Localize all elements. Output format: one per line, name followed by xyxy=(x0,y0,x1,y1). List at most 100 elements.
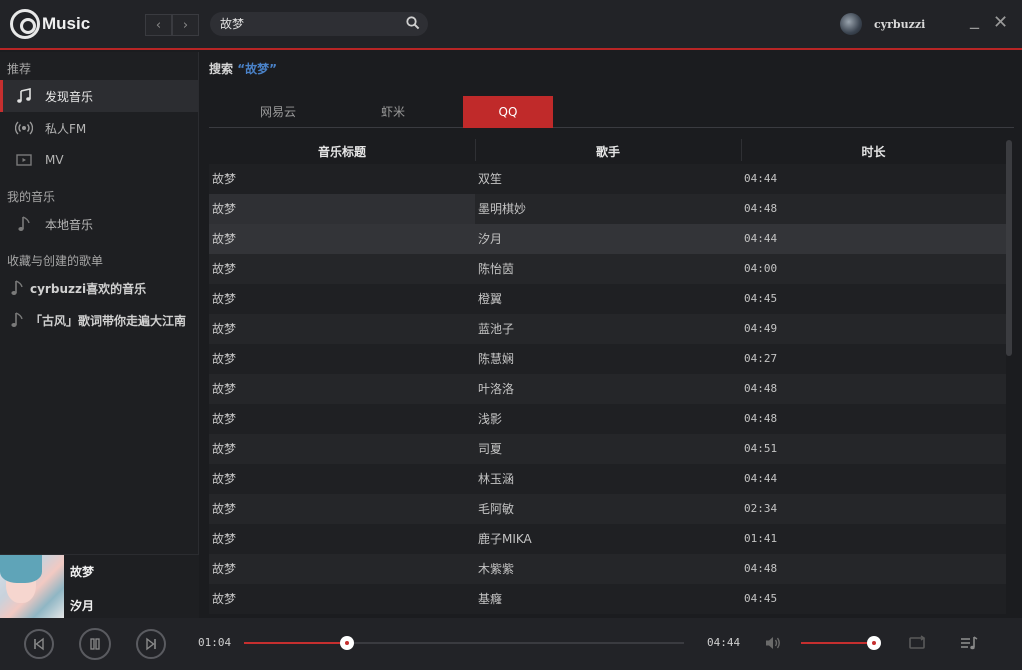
user-profile[interactable]: cyrbuzzi xyxy=(840,13,925,35)
close-button[interactable]: ✕ xyxy=(993,12,1008,33)
sidebar-item-discover[interactable]: 发现音乐 xyxy=(0,80,198,112)
table-row[interactable]: 故梦 橙翼 04:45 xyxy=(209,284,1006,314)
progress-bar[interactable] xyxy=(244,636,684,650)
now-playing-title: 故梦 xyxy=(70,565,95,579)
volume-slider[interactable] xyxy=(801,636,881,650)
table-row[interactable]: 故梦 蓝池子 04:49 xyxy=(209,314,1006,344)
sidebar-item-label: MV xyxy=(45,153,64,167)
search-heading-keyword: “故梦” xyxy=(237,62,277,76)
cell-duration: 04:48 xyxy=(744,382,778,395)
volume-icon[interactable] xyxy=(764,635,782,654)
cell-duration: 04:45 xyxy=(744,592,778,605)
radio-icon xyxy=(15,120,33,136)
tab-xiami[interactable]: 虾米 xyxy=(348,96,438,128)
now-playing-panel[interactable]: 故梦 汐月 xyxy=(0,554,199,619)
cell-artist[interactable]: 司夏 xyxy=(475,434,741,464)
back-button[interactable]: ‹ xyxy=(145,14,172,36)
cell-artist[interactable]: 毛阿敏 xyxy=(475,494,741,524)
cell-artist[interactable]: 陈怡茵 xyxy=(475,254,741,284)
cell-duration: 04:48 xyxy=(744,202,778,215)
cell-title: 故梦 xyxy=(212,262,237,276)
column-header-duration[interactable]: 时长 xyxy=(741,138,1006,161)
search-icon[interactable] xyxy=(406,16,420,33)
cell-title: 故梦 xyxy=(212,382,237,396)
repeat-icon[interactable] xyxy=(908,635,926,654)
previous-button[interactable] xyxy=(24,629,54,659)
cell-artist[interactable]: 陈慧娴 xyxy=(475,344,741,374)
table-row[interactable]: 故梦 汐月 04:44 xyxy=(209,224,1006,254)
cell-title: 故梦 xyxy=(212,172,237,186)
username[interactable]: cyrbuzzi xyxy=(874,18,925,31)
scrollbar[interactable] xyxy=(1006,140,1012,610)
table-row[interactable]: 故梦 林玉涵 04:44 xyxy=(209,464,1006,494)
cell-artist[interactable]: 墨明棋妙 xyxy=(475,194,741,224)
player-bar: 01:04 04:44 xyxy=(0,618,1022,670)
cell-artist[interactable]: 双笙 xyxy=(475,164,741,194)
album-cover[interactable] xyxy=(0,555,64,619)
cell-duration: 04:51 xyxy=(744,442,778,455)
logo-text: Music xyxy=(42,14,91,33)
forward-button[interactable]: › xyxy=(172,14,199,36)
cell-artist[interactable]: 橙翼 xyxy=(475,284,741,314)
app-logo[interactable]: Music xyxy=(10,9,90,39)
cell-title: 故梦 xyxy=(212,442,237,456)
music-note-icon xyxy=(15,216,33,232)
sidebar-item-fm[interactable]: 私人FM xyxy=(0,112,198,144)
next-button[interactable] xyxy=(136,629,166,659)
table-row[interactable]: 故梦 浅影 04:48 xyxy=(209,404,1006,434)
column-header-artist[interactable]: 歌手 xyxy=(475,138,741,161)
search-heading-prefix: 搜索 xyxy=(209,62,234,76)
table-body: 故梦 双笙 04:44 故梦 墨明棋妙 04:48 故梦 汐月 04:44 故梦 陈怡茵 04:00 故… xyxy=(209,164,1006,614)
cell-artist[interactable]: 木紫紫 xyxy=(475,554,741,584)
total-time: 04:44 xyxy=(707,636,741,649)
cell-artist[interactable]: 基癃 xyxy=(475,584,741,614)
table-row[interactable]: 故梦 基癃 04:45 xyxy=(209,584,1006,614)
cell-artist[interactable]: 浅影 xyxy=(475,404,741,434)
table-header: 音乐标题 歌手 时长 xyxy=(209,138,1006,164)
pause-button[interactable] xyxy=(79,628,111,660)
table-row[interactable]: 故梦 墨明棋妙 04:48 xyxy=(209,194,1006,224)
volume-fill xyxy=(801,642,874,644)
cell-title: 故梦 xyxy=(209,194,475,224)
tab-netease[interactable]: 网易云 xyxy=(233,96,323,128)
avatar[interactable] xyxy=(840,13,862,35)
table-row[interactable]: 故梦 陈慧娴 04:27 xyxy=(209,344,1006,374)
minimize-button[interactable]: _ xyxy=(970,9,979,30)
cell-artist[interactable]: 鹿子MIKA xyxy=(475,524,741,554)
cell-title: 故梦 xyxy=(212,322,237,336)
music-note-icon xyxy=(10,280,24,296)
playlist-queue-icon[interactable] xyxy=(960,635,978,654)
skip-next-icon xyxy=(146,637,156,651)
sidebar-item-local-music[interactable]: 本地音乐 xyxy=(0,208,198,240)
sidebar-item-mv[interactable]: MV xyxy=(0,144,198,176)
table-row[interactable]: 故梦 木紫紫 04:48 xyxy=(209,554,1006,584)
cell-artist[interactable]: 叶洛洛 xyxy=(475,374,741,404)
volume-handle[interactable] xyxy=(867,636,881,650)
search-input[interactable] xyxy=(220,16,400,30)
progress-handle[interactable] xyxy=(340,636,355,650)
playlist-item-liked[interactable]: cyrbuzzi喜欢的音乐 xyxy=(0,272,198,304)
playlist-item-gufeng[interactable]: 「古风」歌词带你走遍大江南 xyxy=(0,304,198,336)
search-box xyxy=(210,12,428,36)
cell-title: 故梦 xyxy=(212,592,237,606)
current-time: 01:04 xyxy=(198,636,232,649)
table-row[interactable]: 故梦 叶洛洛 04:48 xyxy=(209,374,1006,404)
scrollbar-thumb[interactable] xyxy=(1006,140,1012,356)
tab-qq[interactable]: QQ xyxy=(463,96,553,128)
cell-artist[interactable]: 蓝池子 xyxy=(475,314,741,344)
table-row[interactable]: 故梦 毛阿敏 02:34 xyxy=(209,494,1006,524)
section-playlists: 收藏与创建的歌单 xyxy=(7,254,104,268)
table-row[interactable]: 故梦 司夏 04:51 xyxy=(209,434,1006,464)
section-recommend: 推荐 xyxy=(7,62,32,76)
column-header-title[interactable]: 音乐标题 xyxy=(209,143,475,160)
title-bar: Music ‹ › cyrbuzzi _ ✕ xyxy=(0,0,1022,50)
cell-artist[interactable]: 汐月 xyxy=(475,224,741,254)
cell-artist[interactable]: 林玉涵 xyxy=(475,464,741,494)
cell-duration: 04:44 xyxy=(744,172,778,185)
table-row[interactable]: 故梦 双笙 04:44 xyxy=(209,164,1006,194)
table-row[interactable]: 故梦 鹿子MIKA 01:41 xyxy=(209,524,1006,554)
playlist-label: 「古风」歌词带你走遍大江南 xyxy=(30,313,187,328)
table-row[interactable]: 故梦 陈怡茵 04:00 xyxy=(209,254,1006,284)
skip-previous-icon xyxy=(34,637,44,651)
sidebar-item-label: 发现音乐 xyxy=(45,89,94,104)
